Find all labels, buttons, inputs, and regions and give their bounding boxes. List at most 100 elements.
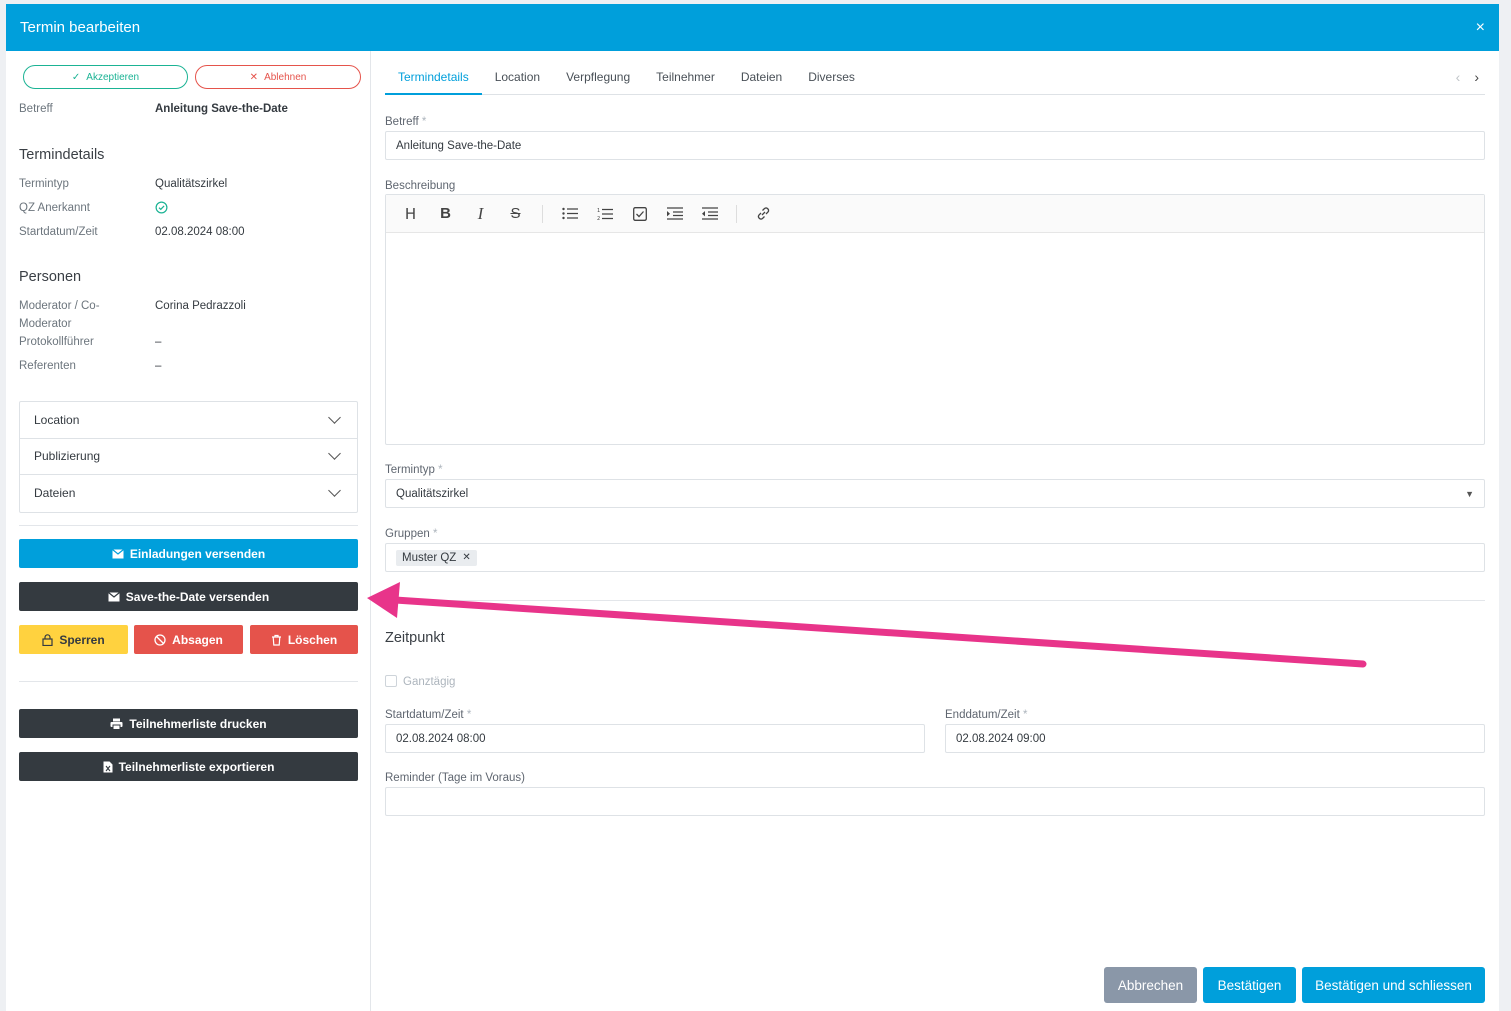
strikethrough-icon[interactable]: S: [501, 200, 530, 228]
cancel-appointment-button[interactable]: Absagen: [134, 625, 243, 654]
termintyp-selected: Qualitätszirkel: [396, 487, 469, 500]
export-participants-button[interactable]: Teilnehmerliste exportieren: [19, 752, 358, 781]
start-key: Startdatum/Zeit: [19, 226, 98, 238]
termintyp-value: Qualitätszirkel: [155, 178, 228, 190]
excel-file-icon: [103, 761, 113, 773]
description-editor[interactable]: H B I S 12: [385, 194, 1485, 445]
toolbar-divider: [736, 204, 737, 223]
print-participants-label: Teilnehmerliste drucken: [129, 716, 267, 731]
tab-diverses[interactable]: Diverses: [795, 59, 868, 95]
caret-down-icon: ▼: [1465, 488, 1474, 499]
gruppen-multiselect[interactable]: Muster QZ ✕: [385, 543, 1485, 572]
accordion-label: Publizierung: [34, 449, 101, 464]
accept-button[interactable]: ✓ Akzeptieren: [23, 65, 188, 89]
close-icon: ✕: [249, 71, 259, 83]
divider: [385, 600, 1485, 601]
check-circle-icon: [155, 201, 168, 217]
edit-appointment-modal: Termin bearbeiten × ✓ Akzeptieren ✕ Able…: [6, 4, 1499, 1011]
beschreibung-label: Beschreibung: [385, 180, 456, 192]
chevron-left-icon[interactable]: ‹: [1456, 69, 1461, 85]
gruppen-label: Gruppen *: [385, 528, 438, 540]
termintyp-key: Termintyp: [19, 178, 69, 190]
accordion-publizierung[interactable]: Publizierung: [20, 439, 357, 475]
main-content: Termindetails Location Verpflegung Teiln…: [372, 51, 1499, 1011]
ganztaegig-label: Ganztägig: [403, 676, 456, 688]
ganztaegig-checkbox[interactable]: [385, 675, 397, 687]
protokoll-value: –: [155, 336, 162, 348]
printer-icon: [110, 718, 123, 730]
lock-icon: [42, 633, 53, 646]
lock-label: Sperren: [59, 632, 105, 647]
lock-button[interactable]: Sperren: [19, 625, 128, 654]
chevron-right-icon[interactable]: ›: [1474, 69, 1479, 85]
reminder-input[interactable]: [385, 787, 1485, 816]
close-icon[interactable]: ×: [1476, 19, 1485, 37]
remove-tag-icon[interactable]: ✕: [462, 552, 470, 563]
termintyp-select[interactable]: Qualitätszirkel ▼: [385, 479, 1485, 508]
send-invitations-button[interactable]: Einladungen versenden: [19, 539, 358, 568]
end-datetime-input[interactable]: 02.08.2024 09:00: [945, 724, 1485, 753]
send-invitations-label: Einladungen versenden: [129, 546, 266, 561]
delete-button[interactable]: Löschen: [250, 625, 358, 654]
ban-icon: [154, 633, 166, 646]
italic-icon[interactable]: I: [466, 200, 495, 228]
tab-teilnehmer[interactable]: Teilnehmer: [643, 59, 728, 95]
cancel-appointment-label: Absagen: [172, 632, 223, 647]
tab-verpflegung[interactable]: Verpflegung: [553, 59, 643, 95]
svg-text:1: 1: [597, 208, 600, 214]
cancel-button[interactable]: Abbrechen: [1104, 967, 1197, 1003]
bold-icon[interactable]: B: [431, 200, 460, 228]
tab-termindetails[interactable]: Termindetails: [385, 59, 482, 95]
chevron-down-icon: [328, 447, 341, 461]
tab-dateien[interactable]: Dateien: [728, 59, 795, 95]
betreff-input[interactable]: Anleitung Save-the-Date: [385, 131, 1485, 160]
chevron-down-icon: [328, 410, 341, 424]
reject-button[interactable]: ✕ Ablehnen: [195, 65, 361, 89]
betreff-label: Betreff *: [385, 116, 427, 128]
personen-heading: Personen: [19, 269, 82, 285]
accordion-label: Location: [34, 412, 80, 427]
link-icon[interactable]: [749, 200, 778, 228]
moderator-value: Corina Pedrazzoli: [155, 300, 246, 312]
editor-toolbar: H B I S 12: [386, 195, 1484, 233]
referenten-value: –: [155, 360, 162, 372]
divider: [19, 681, 358, 682]
accordion: Location Publizierung Dateien: [19, 401, 358, 513]
confirm-and-close-button[interactable]: Bestätigen und schliessen: [1302, 967, 1485, 1003]
moderator-key-line2: Moderator: [19, 318, 72, 330]
accordion-label: Dateien: [34, 486, 76, 501]
accordion-dateien[interactable]: Dateien: [20, 475, 357, 512]
accordion-location[interactable]: Location: [20, 402, 357, 439]
envelope-icon: [107, 591, 120, 602]
sidebar: ✓ Akzeptieren ✕ Ablehnen Betreff Anleitu…: [6, 51, 371, 1011]
end-label: Enddatum/Zeit *: [945, 709, 1028, 721]
modal-title: Termin bearbeiten: [20, 19, 141, 36]
termindetails-heading: Termindetails: [19, 147, 105, 163]
referenten-key: Referenten: [19, 360, 76, 372]
send-save-the-date-button[interactable]: Save-the-Date versenden: [19, 582, 358, 611]
outdent-icon[interactable]: [695, 200, 724, 228]
envelope-icon: [111, 548, 124, 559]
tab-location[interactable]: Location: [482, 59, 553, 95]
print-participants-button[interactable]: Teilnehmerliste drucken: [19, 709, 358, 738]
toolbar-divider: [542, 204, 543, 223]
numbered-list-icon[interactable]: 12: [590, 200, 619, 228]
confirm-button[interactable]: Bestätigen: [1203, 967, 1296, 1003]
check-icon: ✓: [71, 71, 81, 83]
checklist-icon[interactable]: [625, 200, 654, 228]
termintyp-label: Termintyp *: [385, 464, 443, 476]
heading-icon[interactable]: H: [396, 200, 425, 228]
trash-icon: [271, 634, 282, 646]
bullet-list-icon[interactable]: [555, 200, 584, 228]
modal-header: Termin bearbeiten ×: [6, 4, 1499, 51]
delete-label: Löschen: [287, 632, 338, 647]
divider: [19, 525, 358, 526]
betreff-key: Betreff: [19, 103, 53, 115]
moderator-key-line1: Moderator / Co-: [19, 300, 100, 312]
reminder-label: Reminder (Tage im Voraus): [385, 772, 525, 784]
protokoll-key: Protokollführer: [19, 336, 94, 348]
indent-icon[interactable]: [660, 200, 689, 228]
gruppen-tag-label: Muster QZ: [402, 551, 457, 564]
tab-scroll-nav: ‹ ›: [1456, 69, 1485, 85]
start-datetime-input[interactable]: 02.08.2024 08:00: [385, 724, 925, 753]
